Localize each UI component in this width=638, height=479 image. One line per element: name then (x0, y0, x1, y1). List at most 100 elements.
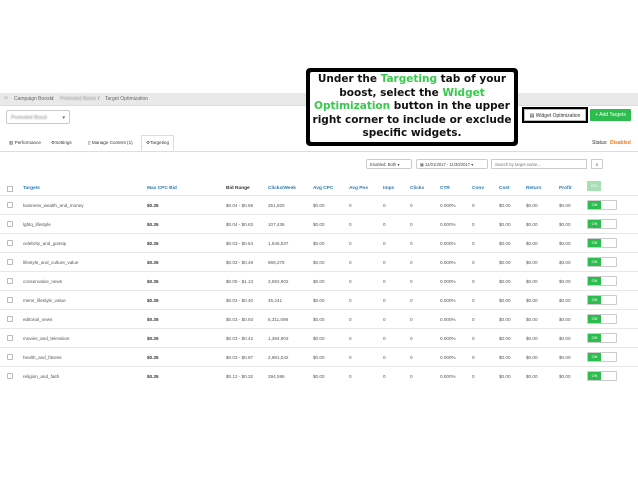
target-name-cell[interactable]: lgbtq_lifestyle (23, 215, 51, 234)
tab-performance-label: Performance (14, 140, 41, 145)
max-cpc-bid-cell[interactable]: $0.35 (147, 253, 159, 272)
column-header-ctr[interactable]: CTR (440, 183, 450, 195)
row-enable-toggle[interactable]: ON (587, 276, 617, 286)
bulk-toggle[interactable]: ON (587, 181, 601, 191)
boost-select[interactable]: Promoted Boost ▾ (6, 110, 70, 124)
enabled-filter[interactable]: Enabled: Both ▾ (366, 159, 412, 169)
target-name-cell[interactable]: business_wealth_and_money (23, 196, 84, 215)
max-cpc-bid-cell[interactable]: $0.35 (147, 196, 159, 215)
column-header-avg-cpc[interactable]: Avg CPC (313, 183, 333, 195)
row-enable-toggle[interactable]: ON (587, 371, 617, 381)
breadcrumb-item-boost[interactable]: Promoted Boost (60, 96, 96, 102)
column-header-cost[interactable]: Cost (499, 183, 510, 195)
tab-manage-content[interactable]: ▯ Manage Content (1) (88, 136, 133, 150)
column-header-conv[interactable]: Conv (472, 183, 484, 195)
ctr-cell: 0.000% (440, 355, 456, 360)
target-name-cell[interactable]: religion_and_faith (23, 367, 59, 386)
column-header-profit[interactable]: Profit (559, 183, 572, 195)
avg-pos-cell: 0 (349, 260, 352, 265)
toggle-on-label: ON (588, 258, 601, 266)
clicks-week-cell: 869,278 (268, 260, 285, 265)
row-checkbox[interactable] (7, 316, 13, 322)
toggle-on-label: ON (588, 372, 601, 380)
toggle-on-label: ON (588, 277, 601, 285)
row-enable-toggle[interactable]: ON (587, 314, 617, 324)
row-enable-toggle[interactable]: ON (587, 238, 617, 248)
imps-cell: 0 (383, 241, 386, 246)
row-enable-toggle[interactable]: ON (587, 219, 617, 229)
row-enable-toggle[interactable]: ON (587, 295, 617, 305)
max-cpc-bid-cell[interactable]: $0.35 (147, 215, 159, 234)
imps-cell: 0 (383, 355, 386, 360)
column-header-avg-pos[interactable]: Avg Pos (349, 183, 368, 195)
row-checkbox[interactable] (7, 221, 13, 227)
bid-range-cell: $0.03 - $0.97 (226, 355, 254, 360)
conv-cell: 0 (472, 203, 475, 208)
search-icon[interactable]: ⌕ (591, 159, 603, 169)
profit-cell: $0.00 (559, 260, 571, 265)
max-cpc-bid-cell[interactable]: $0.35 (147, 272, 159, 291)
row-checkbox[interactable] (7, 335, 13, 341)
profit-cell: $0.00 (559, 203, 571, 208)
row-enable-toggle[interactable]: ON (587, 257, 617, 267)
target-name-cell[interactable]: movies_and_television (23, 329, 69, 348)
target-name-cell[interactable]: health_and_fitness (23, 348, 62, 367)
row-checkbox[interactable] (7, 240, 13, 246)
add-targets-button[interactable]: + Add Targets (590, 109, 631, 121)
max-cpc-bid-cell[interactable]: $0.35 (147, 291, 159, 310)
tab-performance[interactable]: ▥ Performance (9, 136, 41, 150)
row-checkbox[interactable] (7, 202, 13, 208)
target-name-cell[interactable]: mens_lifestyle_value (23, 291, 66, 310)
avg-cpc-cell: $0.00 (313, 222, 325, 227)
profit-cell: $0.00 (559, 374, 571, 379)
row-checkbox[interactable] (7, 354, 13, 360)
target-name-cell[interactable]: conservative_news (23, 272, 62, 291)
target-name-cell[interactable]: celebrity_and_gossip (23, 234, 66, 253)
target-search-input[interactable] (491, 159, 587, 169)
row-checkbox[interactable] (7, 373, 13, 379)
widget-optimization-button[interactable]: ▤ Widget Optimization (522, 107, 588, 123)
row-enable-toggle[interactable]: ON (587, 333, 617, 343)
tab-targeting[interactable]: ⚙Targeting (141, 135, 175, 151)
column-header-clicks[interactable]: Clicks (410, 183, 424, 195)
column-header-targets[interactable]: Targets (23, 183, 40, 195)
return-cell: $0.00 (526, 279, 538, 284)
clicks-week-cell: 5,311,098 (268, 317, 289, 322)
avg-pos-cell: 0 (349, 222, 352, 227)
row-enable-toggle[interactable]: ON (587, 352, 617, 362)
home-icon[interactable]: ⌂ (4, 95, 10, 101)
row-checkbox[interactable] (7, 259, 13, 265)
target-name-cell[interactable]: editorial_news (23, 310, 52, 329)
max-cpc-bid-cell[interactable]: $0.35 (147, 234, 159, 253)
clicks-cell: 0 (410, 222, 413, 227)
row-enable-toggle[interactable]: ON (587, 200, 617, 210)
ctr-cell: 0.000% (440, 203, 456, 208)
select-all-checkbox[interactable] (7, 186, 13, 192)
clicks-week-cell: 294,596 (268, 374, 285, 379)
max-cpc-bid-cell[interactable]: $0.35 (147, 367, 159, 386)
column-header-max-cpc-bid[interactable]: Max CPC Bid (147, 183, 177, 195)
row-checkbox[interactable] (7, 297, 13, 303)
status-value: Disabled (610, 140, 631, 146)
max-cpc-bid-cell[interactable]: $0.35 (147, 348, 159, 367)
column-header-return[interactable]: Return (526, 183, 541, 195)
avg-cpc-cell: $0.00 (313, 279, 325, 284)
max-cpc-bid-cell[interactable]: $0.35 (147, 310, 159, 329)
column-header-imps[interactable]: Imps (383, 183, 394, 195)
date-range-picker[interactable]: ▦ 11/01/2017 - 11/30/2017 ▾ (416, 159, 488, 169)
bid-range-cell: $0.04 - $0.69 (226, 203, 254, 208)
conv-cell: 0 (472, 355, 475, 360)
callout-highlight-targeting: Targeting (380, 73, 437, 85)
target-name-cell[interactable]: lifestyle_and_culture_value (23, 253, 78, 272)
column-header-clicks-week[interactable]: Clicks/Week (268, 183, 296, 195)
max-cpc-bid-cell[interactable]: $0.35 (147, 329, 159, 348)
avg-cpc-cell: $0.00 (313, 336, 325, 341)
tab-settings[interactable]: ⚙Settings (51, 136, 72, 150)
row-checkbox[interactable] (7, 278, 13, 284)
date-range-label: 11/01/2017 - 11/30/2017 (425, 162, 471, 167)
toggle-on-label: ON (588, 201, 601, 209)
breadcrumb-item-campaign-boosts[interactable]: Campaign Boosts (14, 96, 53, 102)
clicks-week-cell: 2,981,042 (268, 355, 289, 360)
avg-cpc-cell: $0.00 (313, 317, 325, 322)
profit-cell: $0.00 (559, 317, 571, 322)
